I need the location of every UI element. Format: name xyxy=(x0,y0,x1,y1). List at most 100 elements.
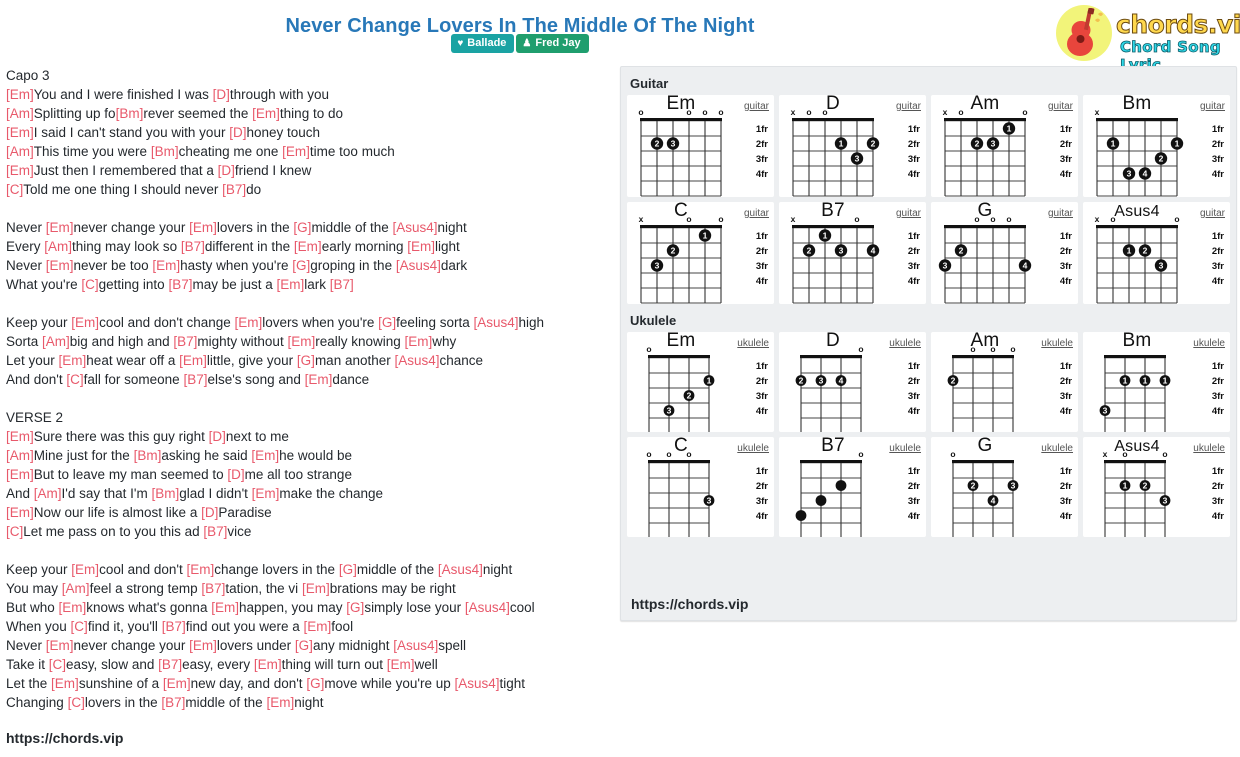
chord-tag[interactable]: [C] xyxy=(68,695,85,710)
chord-card-asus4[interactable]: Asus4 guitar x o o 1 2 3 1fr 2fr 3fr 4fr xyxy=(1083,202,1230,304)
chord-tag[interactable]: [Em] xyxy=(6,505,34,520)
chord-tag[interactable]: [Em] xyxy=(163,676,191,691)
chord-tag[interactable]: [D] xyxy=(201,505,218,520)
chord-tag[interactable]: [Am] xyxy=(42,334,70,349)
chord-card-bm[interactable]: Bm guitar x 1 1 2 3 4 1fr 2fr 3fr 4fr xyxy=(1083,93,1230,197)
chord-card-em[interactable]: Em ukulele o 1 2 3 1fr 2fr 3fr 4fr xyxy=(627,330,774,432)
chord-tag[interactable]: [Em] xyxy=(71,562,99,577)
chord-tag[interactable]: [Em] xyxy=(254,657,282,672)
chord-tag[interactable]: [B7] xyxy=(201,581,225,596)
chord-tag[interactable]: [B7] xyxy=(173,334,197,349)
site-logo[interactable]: chords.vip Chord Song Lyric xyxy=(1044,2,1240,74)
footer-url[interactable]: https://chords.vip xyxy=(6,730,123,746)
chord-tag[interactable]: [B7] xyxy=(203,524,227,539)
chord-tag[interactable]: [Em] xyxy=(71,315,99,330)
chord-tag[interactable]: [C] xyxy=(81,277,98,292)
chord-tag[interactable]: [Em] xyxy=(294,239,322,254)
chord-tag[interactable]: [Am] xyxy=(6,106,34,121)
chord-tag[interactable]: [D] xyxy=(218,163,235,178)
chord-tag[interactable]: [Em] xyxy=(266,695,294,710)
chord-tag[interactable]: [B7] xyxy=(168,277,192,292)
chord-tag[interactable]: [D] xyxy=(229,125,246,140)
chord-tag[interactable]: [Asus4] xyxy=(396,258,441,273)
chord-tag[interactable]: [B7] xyxy=(222,182,246,197)
chord-tag[interactable]: [Asus4] xyxy=(438,562,483,577)
chord-tag[interactable]: [Em] xyxy=(59,600,87,615)
chord-tag[interactable]: [D] xyxy=(227,467,244,482)
chord-tag[interactable]: [Em] xyxy=(235,315,263,330)
chord-tag[interactable]: [Em] xyxy=(6,87,34,102)
chord-tag[interactable]: [Bm] xyxy=(151,144,179,159)
chord-card-am[interactable]: Am guitar x o o 1 2 3 1fr 2fr 3fr 4fr xyxy=(931,93,1078,197)
chord-card-d[interactable]: Dguitar x o o 1 2 3 1fr 2fr 3fr 4fr xyxy=(779,93,926,197)
panel-url[interactable]: https://chords.vip xyxy=(631,596,748,612)
chord-tag[interactable]: [Em] xyxy=(407,239,435,254)
chord-tag[interactable]: [Bm] xyxy=(116,106,144,121)
chord-card-c[interactable]: Cukulele o o o 3 1fr 2fr 3fr 4fr xyxy=(627,435,774,537)
chord-tag[interactable]: [Em] xyxy=(282,144,310,159)
chord-tag[interactable]: [Em] xyxy=(387,657,415,672)
chord-tag[interactable]: [Em] xyxy=(59,353,87,368)
chord-tag[interactable]: [Em] xyxy=(46,258,74,273)
chord-tag[interactable]: [Em] xyxy=(305,372,333,387)
chord-tag[interactable]: [G] xyxy=(295,638,313,653)
chord-tag[interactable]: [C] xyxy=(71,619,88,634)
chord-tag[interactable]: [B7] xyxy=(162,619,186,634)
chord-tag[interactable]: [Asus4] xyxy=(454,676,499,691)
chord-tag[interactable]: [G] xyxy=(292,258,310,273)
chord-tag[interactable]: [B7] xyxy=(330,277,354,292)
chord-tag[interactable]: [Em] xyxy=(405,334,433,349)
chord-tag[interactable]: [Asus4] xyxy=(465,600,510,615)
chord-tag[interactable]: [B7] xyxy=(181,239,205,254)
chord-card-b7[interactable]: B7 guitar x o 1 2 3 4 1fr 2fr 3fr 4fr xyxy=(779,200,926,304)
chord-tag[interactable]: [Em] xyxy=(6,125,34,140)
chord-tag[interactable]: [D] xyxy=(209,429,226,444)
chord-tag[interactable]: [Am] xyxy=(34,486,62,501)
chord-tag[interactable]: [Asus4] xyxy=(395,353,440,368)
chord-card-g[interactable]: Gguitar o o o 2 3 4 1fr 2fr 3fr 4fr xyxy=(931,200,1078,304)
chord-card-g[interactable]: Gukulele o 2 3 4 1fr 2fr 3fr 4fr xyxy=(931,435,1078,537)
chord-tag[interactable]: [Asus4] xyxy=(473,315,518,330)
chord-tag[interactable]: [Asus4] xyxy=(392,220,437,235)
chord-tag[interactable]: [Em] xyxy=(287,334,315,349)
chord-tag[interactable]: [Em] xyxy=(277,277,305,292)
badge-artist[interactable]: ♟ Fred Jay xyxy=(516,34,589,53)
chord-tag[interactable]: [Em] xyxy=(304,619,332,634)
chord-tag[interactable]: [Em] xyxy=(46,638,74,653)
chord-tag[interactable]: [Em] xyxy=(211,600,239,615)
chord-card-asus4[interactable]: Asus4 ukulele x o o 1 2 3 1fr 2fr 3fr 4fr xyxy=(1083,437,1230,537)
chord-tag[interactable]: [G] xyxy=(306,676,324,691)
chord-tag[interactable]: [B7] xyxy=(158,657,182,672)
chord-tag[interactable]: [Em] xyxy=(252,486,280,501)
chord-tag[interactable]: [Em] xyxy=(152,258,180,273)
chord-tag[interactable]: [Em] xyxy=(6,429,34,444)
chord-tag[interactable]: [G] xyxy=(378,315,396,330)
chord-tag[interactable]: [Bm] xyxy=(152,486,180,501)
chord-tag[interactable]: [Am] xyxy=(6,448,34,463)
chord-card-d[interactable]: Dukulele o 2 3 4 1fr 2fr 3fr 4fr xyxy=(779,330,926,432)
chord-tag[interactable]: [C] xyxy=(6,182,23,197)
chord-tag[interactable]: [Am] xyxy=(62,581,90,596)
chord-tag[interactable]: [Em] xyxy=(189,220,217,235)
chord-tag[interactable]: [Em] xyxy=(189,638,217,653)
chord-tag[interactable]: [Em] xyxy=(251,448,279,463)
chord-tag[interactable]: [D] xyxy=(213,87,230,102)
chord-card-am[interactable]: Am ukulele o o o 2 1fr 2fr 3fr 4fr xyxy=(931,330,1078,432)
chord-tag[interactable]: [Am] xyxy=(44,239,72,254)
chord-tag[interactable]: [Em] xyxy=(186,562,214,577)
chord-tag[interactable]: [Em] xyxy=(6,163,34,178)
chord-tag[interactable]: [C] xyxy=(49,657,66,672)
chord-tag[interactable]: [Em] xyxy=(252,106,280,121)
badge-genre[interactable]: ♥ Ballade xyxy=(451,34,515,53)
chord-tag[interactable]: [Em] xyxy=(302,581,330,596)
chord-tag[interactable]: [Em] xyxy=(46,220,74,235)
chord-tag[interactable]: [G] xyxy=(297,353,315,368)
chord-card-bm[interactable]: Bm ukulele 1 1 1 3 1fr 2fr 3fr 4fr xyxy=(1083,330,1230,432)
chord-card-c[interactable]: Cguitar x o o 1 2 3 1fr 2fr 3fr 4fr xyxy=(627,200,774,304)
chord-tag[interactable]: [Asus4] xyxy=(393,638,438,653)
chord-tag[interactable]: [C] xyxy=(66,372,83,387)
chord-tag[interactable]: [Bm] xyxy=(134,448,162,463)
chord-tag[interactable]: [G] xyxy=(339,562,357,577)
chord-tag[interactable]: [Em] xyxy=(6,467,34,482)
chord-card-em[interactable]: Em guitar o o o o 2 3 1fr 2fr 3fr 4fr xyxy=(627,93,774,197)
